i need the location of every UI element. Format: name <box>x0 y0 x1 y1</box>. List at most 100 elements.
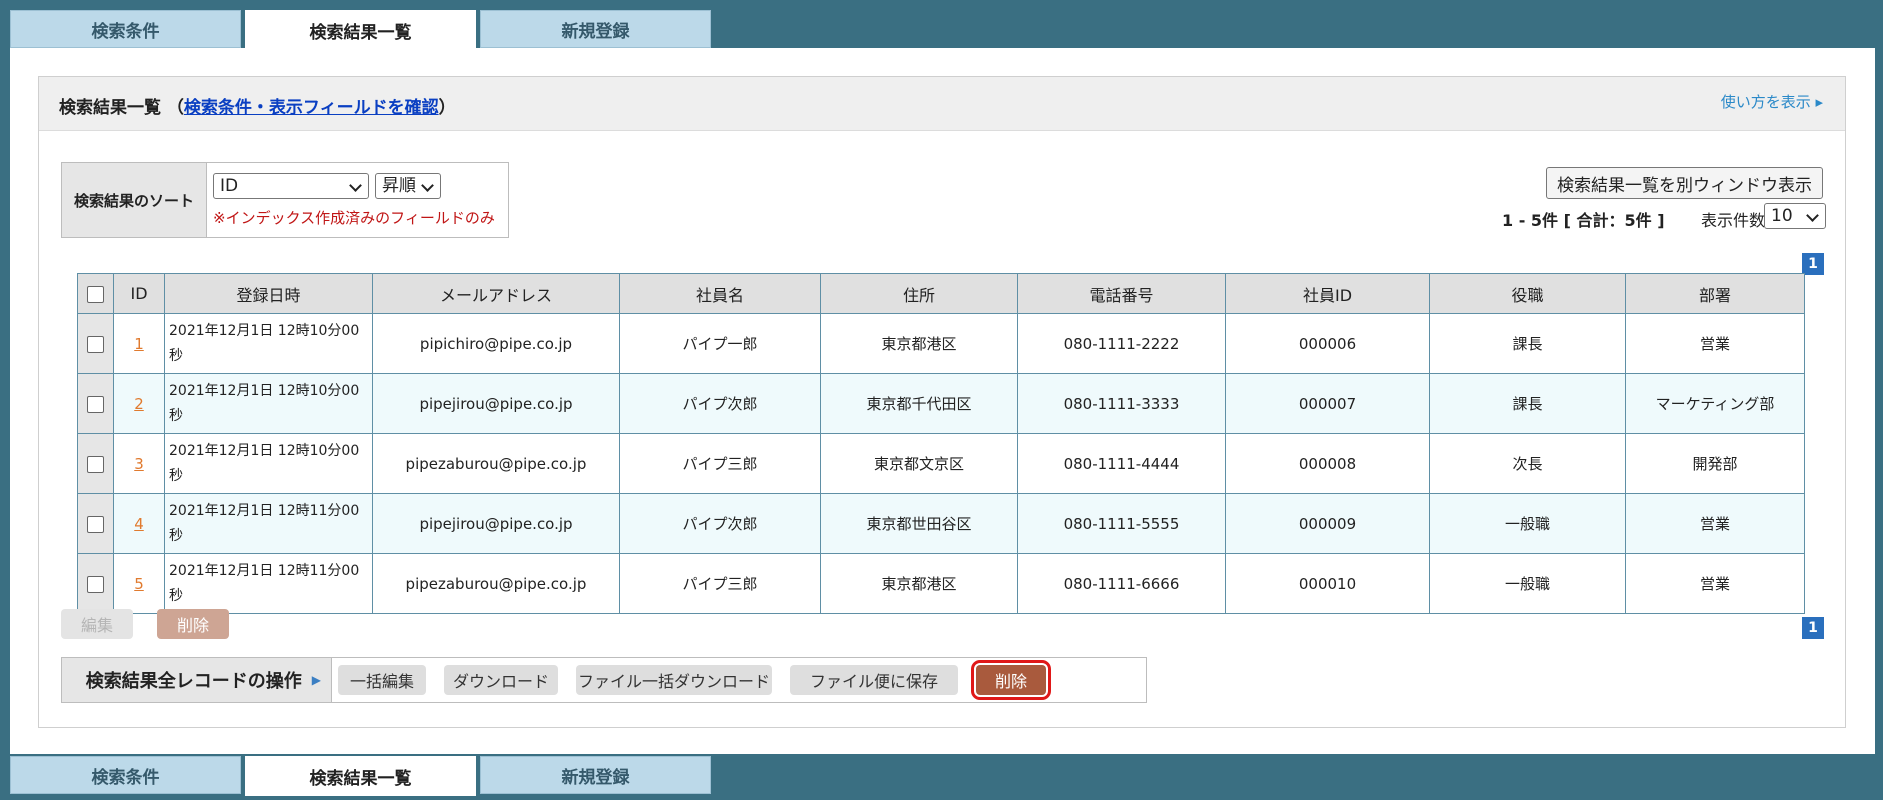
tab-bar-top: 検索条件 検索結果一覧 新規登録 <box>10 10 715 50</box>
column-header[interactable]: 役職 <box>1429 273 1626 314</box>
row-select-cell <box>77 373 114 434</box>
row-checkbox[interactable] <box>87 335 104 353</box>
pager-page-top[interactable]: 1 <box>1802 253 1824 275</box>
per-page-label: 表示件数 <box>1701 211 1766 230</box>
column-header[interactable]: 住所 <box>820 273 1018 314</box>
bulk-edit-button[interactable]: 一括編集 <box>338 665 426 695</box>
sort-field-select[interactable]: ID <box>213 173 369 199</box>
tab-search-results[interactable]: 検索結果一覧 <box>245 756 476 796</box>
delete-selected-button[interactable]: 削除 <box>157 609 229 639</box>
content-area: 検索結果一覧 （検索条件・表示フィールドを確認） 使い方を表示 ▸ 検索結果のソ… <box>10 48 1875 754</box>
app-frame: 検索条件 検索結果一覧 新規登録 検索結果一覧 （検索条件・表示フィールドを確認… <box>0 0 1883 800</box>
address-cell: 東京都港区 <box>820 313 1018 374</box>
employee-id-cell: 000009 <box>1225 493 1430 554</box>
department-cell: 営業 <box>1625 553 1805 614</box>
name-cell: パイプ一郎 <box>619 313 821 374</box>
department-cell: マーケティング部 <box>1625 373 1805 434</box>
id-cell: 1 <box>113 313 165 374</box>
email-cell: pipezaburou@pipe.co.jp <box>372 553 620 614</box>
id-cell: 5 <box>113 553 165 614</box>
record-id-link[interactable]: 1 <box>134 335 144 353</box>
select-all-header <box>77 273 114 314</box>
row-checkbox[interactable] <box>87 515 104 533</box>
table-row: 4 2021年12月1日 12時11分00秒 pipejirou@pipe.co… <box>77 493 1805 554</box>
department-cell: 開発部 <box>1625 433 1805 494</box>
date-cell: 2021年12月1日 12時10分00秒 <box>164 313 373 374</box>
column-header[interactable]: メールアドレス <box>372 273 620 314</box>
email-cell: pipejirou@pipe.co.jp <box>372 373 620 434</box>
row-select-cell <box>77 433 114 494</box>
address-cell: 東京都文京区 <box>820 433 1018 494</box>
position-cell: 一般職 <box>1429 553 1626 614</box>
position-cell: 課長 <box>1429 373 1626 434</box>
table-row: 1 2021年12月1日 12時10分00秒 pipichiro@pipe.co… <box>77 313 1805 374</box>
panel-title-prefix: 検索結果一覧 （ <box>59 98 184 118</box>
phone-cell: 080-1111-5555 <box>1017 493 1226 554</box>
tab-search-conditions[interactable]: 検索条件 <box>10 756 241 794</box>
pager-page-bottom[interactable]: 1 <box>1802 617 1824 639</box>
record-id-link[interactable]: 4 <box>134 515 144 533</box>
date-cell: 2021年12月1日 12時10分00秒 <box>164 373 373 434</box>
name-cell: パイプ三郎 <box>619 433 821 494</box>
position-cell: 次長 <box>1429 433 1626 494</box>
email-cell: pipichiro@pipe.co.jp <box>372 313 620 374</box>
edit-button[interactable]: 編集 <box>61 609 133 639</box>
date-cell: 2021年12月1日 12時11分00秒 <box>164 553 373 614</box>
download-button[interactable]: ダウンロード <box>444 665 558 695</box>
panel-title-suffix: ） <box>438 98 456 118</box>
help-link[interactable]: 使い方を表示 ▸ <box>1721 91 1823 112</box>
address-cell: 東京都千代田区 <box>820 373 1018 434</box>
column-header[interactable]: 社員ID <box>1225 273 1430 314</box>
bulk-file-download-button[interactable]: ファイル一括ダウンロード <box>576 665 772 695</box>
record-id-link[interactable]: 3 <box>134 455 144 473</box>
tab-search-conditions[interactable]: 検索条件 <box>10 10 241 48</box>
position-cell: 一般職 <box>1429 493 1626 554</box>
employee-id-cell: 000007 <box>1225 373 1430 434</box>
column-header[interactable]: 社員名 <box>619 273 821 314</box>
tab-search-results[interactable]: 検索結果一覧 <box>245 10 476 50</box>
phone-cell: 080-1111-4444 <box>1017 433 1226 494</box>
panel-title: 検索結果一覧 （検索条件・表示フィールドを確認） <box>59 93 456 118</box>
open-in-new-window-button[interactable]: 検索結果一覧を別ウィンドウ表示 <box>1546 167 1823 199</box>
column-header[interactable]: 登録日時 <box>164 273 373 314</box>
results-panel: 検索結果一覧 （検索条件・表示フィールドを確認） 使い方を表示 ▸ 検索結果のソ… <box>38 76 1846 728</box>
triangle-right-icon: ▶ <box>311 673 321 687</box>
all-records-operations-text: 検索結果全レコードの操作 <box>85 671 302 692</box>
employee-id-cell: 000010 <box>1225 553 1430 614</box>
name-cell: パイプ三郎 <box>619 553 821 614</box>
sort-box: 検索結果のソート ID 昇順 ※インデックス作成済みのフィールドのみ <box>61 162 509 238</box>
column-header[interactable]: ID <box>113 273 165 314</box>
row-select-cell <box>77 313 114 374</box>
column-header[interactable]: 電話番号 <box>1017 273 1226 314</box>
employee-id-cell: 000006 <box>1225 313 1430 374</box>
date-cell: 2021年12月1日 12時11分00秒 <box>164 493 373 554</box>
name-cell: パイプ次郎 <box>619 373 821 434</box>
phone-cell: 080-1111-2222 <box>1017 313 1226 374</box>
sort-order-select[interactable]: 昇順 <box>375 173 441 199</box>
delete-all-button[interactable]: 削除 <box>971 660 1051 700</box>
tab-new-registration[interactable]: 新規登録 <box>480 756 711 794</box>
record-id-link[interactable]: 5 <box>134 575 144 593</box>
phone-cell: 080-1111-6666 <box>1017 553 1226 614</box>
table-row: 3 2021年12月1日 12時10分00秒 pipezaburou@pipe.… <box>77 433 1805 494</box>
save-to-file-service-button[interactable]: ファイル便に保存 <box>790 665 958 695</box>
department-cell: 営業 <box>1625 313 1805 374</box>
sort-label: 検索結果のソート <box>62 163 207 237</box>
employee-id-cell: 000008 <box>1225 433 1430 494</box>
row-select-cell <box>77 493 114 554</box>
record-id-link[interactable]: 2 <box>134 395 144 413</box>
row-checkbox[interactable] <box>87 395 104 413</box>
table-row: 2 2021年12月1日 12時10分00秒 pipejirou@pipe.co… <box>77 373 1805 434</box>
sort-note: ※インデックス作成済みのフィールドのみ <box>213 209 495 227</box>
sort-controls: ID 昇順 ※インデックス作成済みのフィールドのみ <box>207 163 508 237</box>
row-checkbox[interactable] <box>87 455 104 473</box>
result-count: 1 - 5件 [ 合計：5件 ] <box>1502 211 1665 230</box>
row-checkbox[interactable] <box>87 575 104 593</box>
search-conditions-link[interactable]: 検索条件・表示フィールドを確認 <box>184 98 439 118</box>
tab-bar-bottom: 検索条件 検索結果一覧 新規登録 <box>10 756 715 796</box>
results-table: ID 登録日時 メールアドレス 社員名 住所 電話番号 社員ID 役職 部署 1… <box>77 273 1805 614</box>
column-header[interactable]: 部署 <box>1625 273 1805 314</box>
tab-new-registration[interactable]: 新規登録 <box>480 10 711 48</box>
per-page-select[interactable]: 10 <box>1764 203 1826 229</box>
select-all-checkbox[interactable] <box>87 286 104 303</box>
